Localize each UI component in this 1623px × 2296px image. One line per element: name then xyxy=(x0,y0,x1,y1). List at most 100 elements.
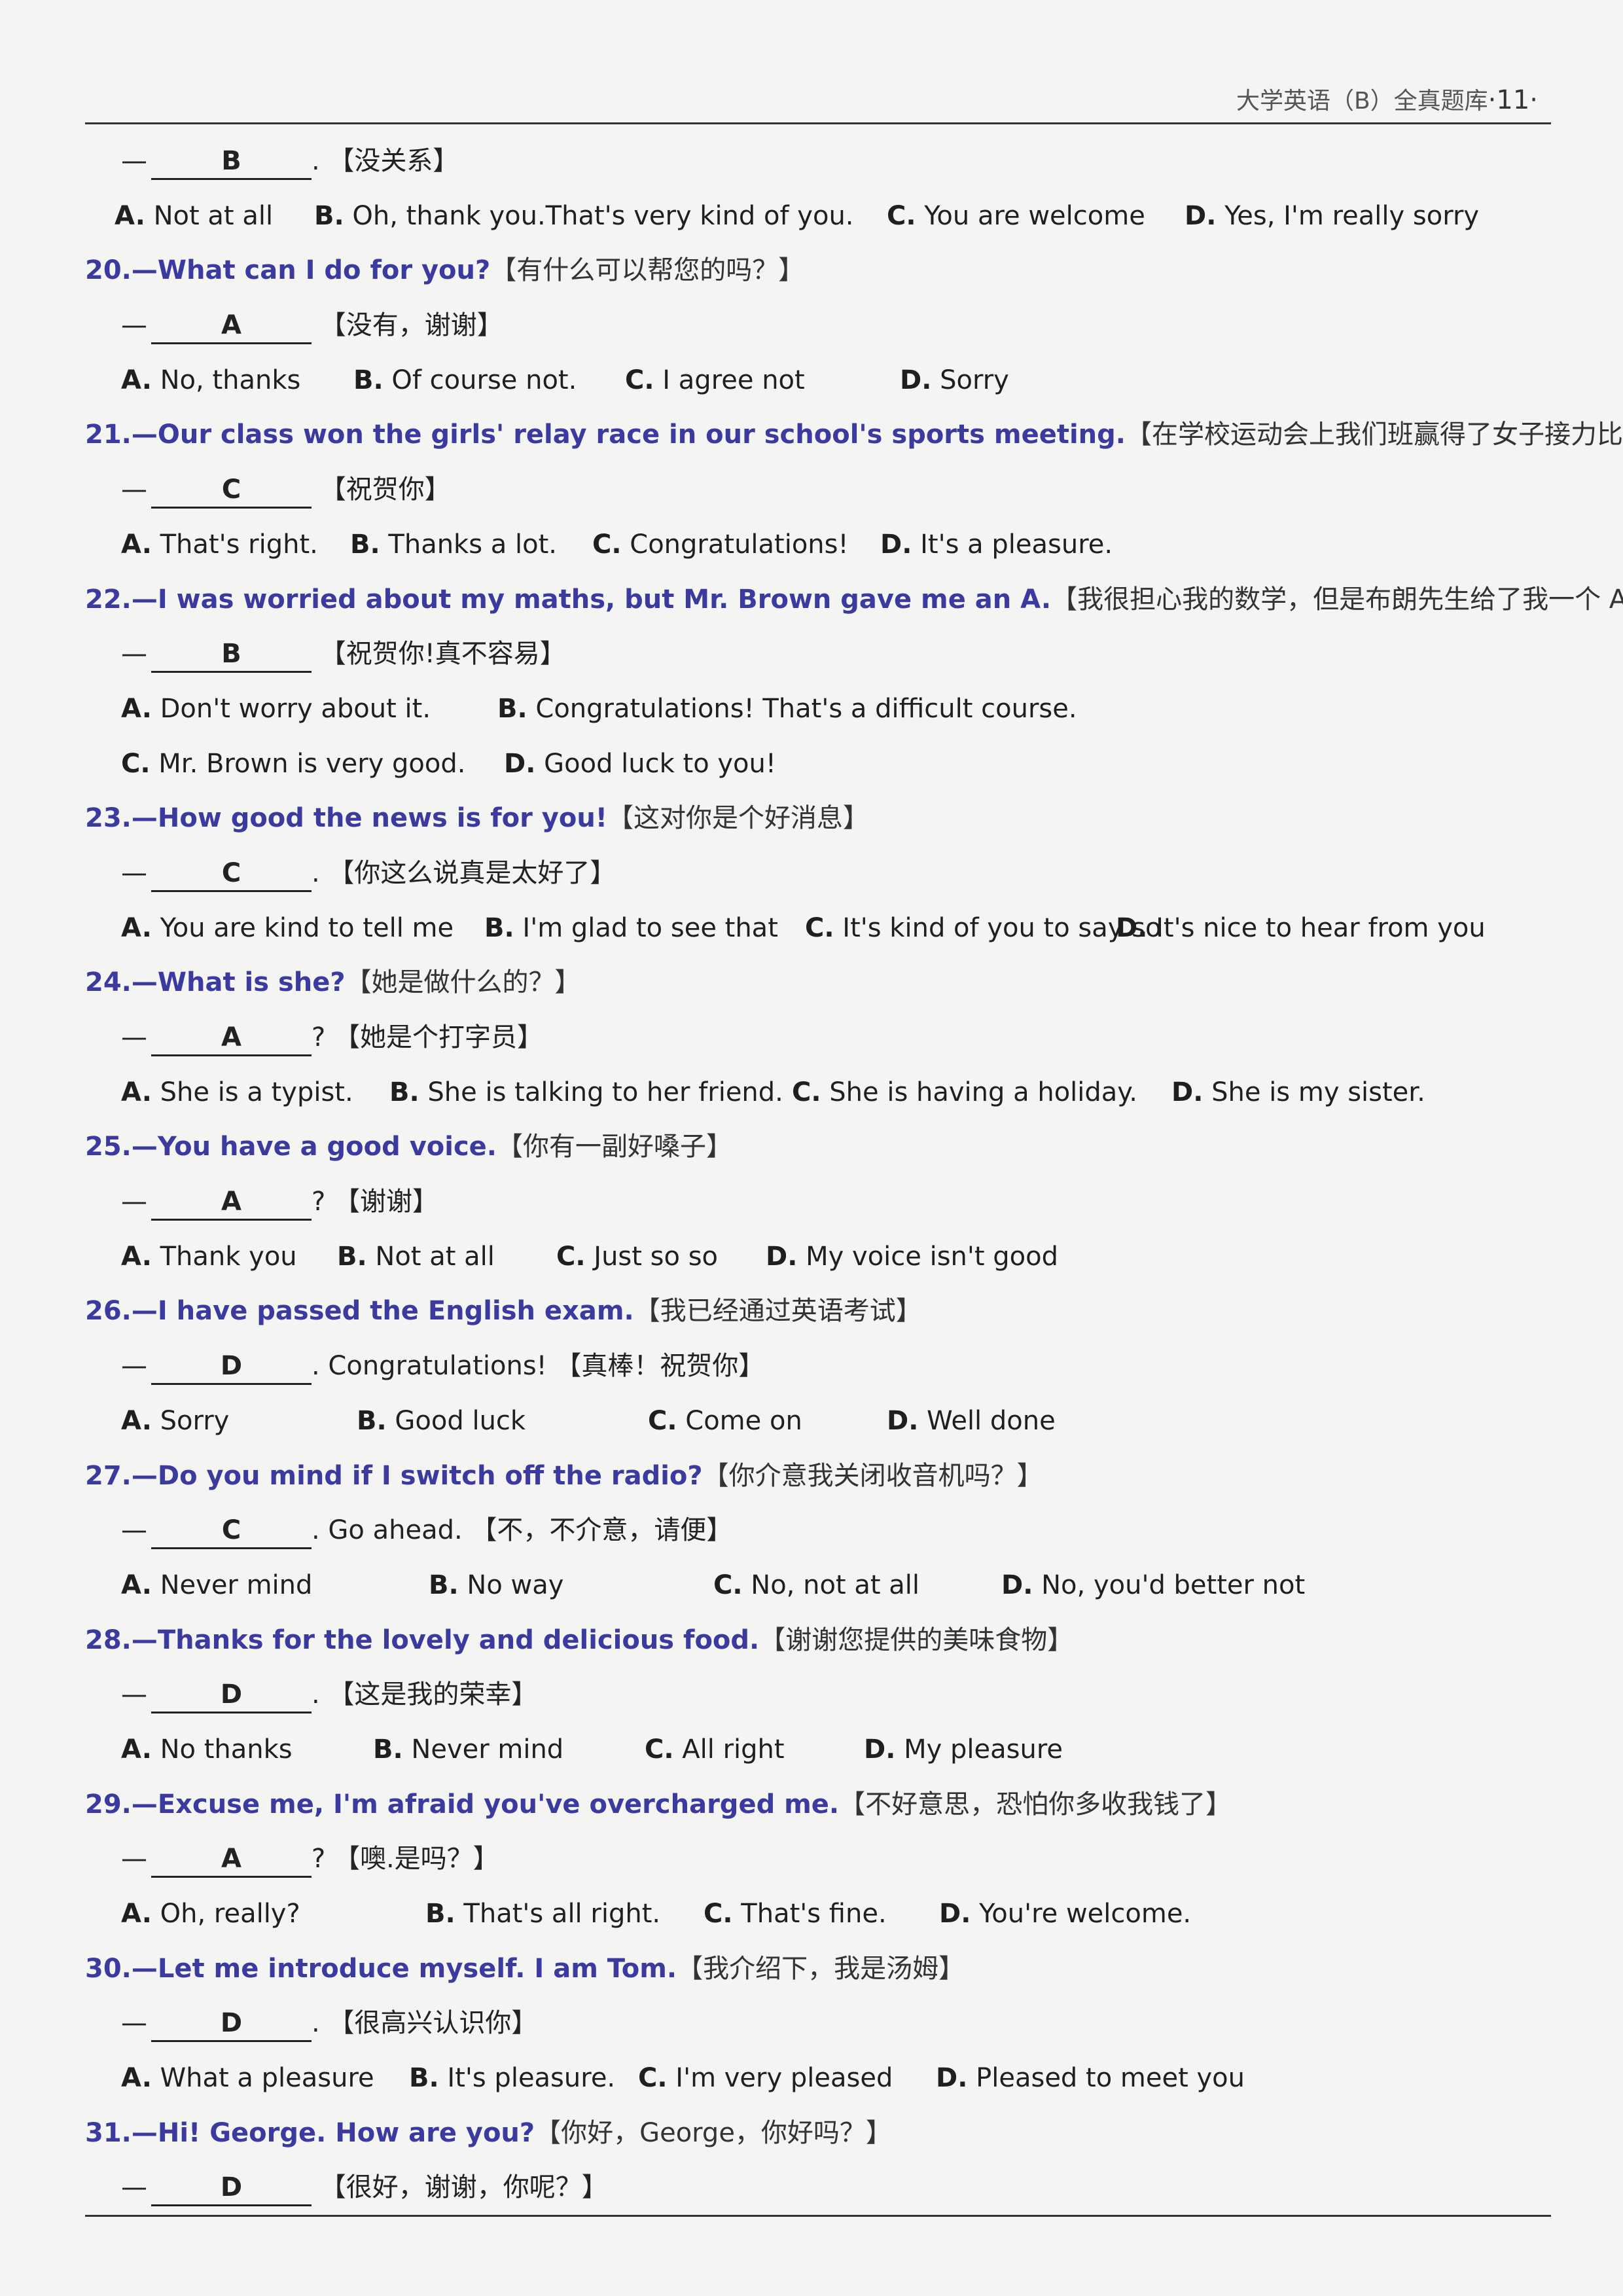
option-letter: D. xyxy=(1116,912,1148,943)
option-a: A. Sorry xyxy=(121,1394,229,1449)
option-text: Never mind xyxy=(402,1734,564,1765)
option-letter: B. xyxy=(314,200,344,231)
answer-tail: . 【很高兴认识你】 xyxy=(312,2008,538,2039)
option-a: A. What a pleasure xyxy=(121,2051,374,2106)
option-text: Congratulations! xyxy=(621,529,849,560)
options-row: A. No, thanks B. Of course not. C. I agree… xyxy=(85,353,1551,408)
option-a: A. She is a typist. xyxy=(121,1066,353,1121)
option-a: A. Thank you xyxy=(121,1230,297,1285)
option-text: No, you'd better not xyxy=(1033,1570,1306,1600)
option-letter: B. xyxy=(353,365,383,395)
option-letter: A. xyxy=(121,912,152,943)
option-text: It's pleasure. xyxy=(438,2063,616,2094)
question-27: 27.—Do you mind if I switch off the radi… xyxy=(85,1449,1551,1504)
answer-tail: 【很好，谢谢，你呢？】 xyxy=(312,2172,608,2203)
option-letter: C. xyxy=(645,1734,674,1765)
option-text: Sorry xyxy=(151,1405,230,1436)
option-b: B. No way xyxy=(429,1558,563,1613)
option-d: D. She is my sister. xyxy=(1171,1066,1425,1121)
option-text: Of course not. xyxy=(383,365,577,395)
option-text: No way xyxy=(458,1570,564,1600)
question-text: 25.—You have a good voice. xyxy=(85,1132,497,1162)
options-row: C. Mr. Brown is very good. D. Good luck t… xyxy=(85,737,1551,792)
answer-dash: — xyxy=(121,1679,147,1710)
answer-dash: — xyxy=(121,1844,147,1874)
page-header: 大学英语（B）全真题库·11· xyxy=(85,82,1551,124)
answer-line: — A? 【谢谢】 xyxy=(85,1175,1551,1230)
question-text: 30.—Let me introduce myself. I am Tom. xyxy=(85,1953,677,1984)
option-text: I agree not xyxy=(654,365,805,395)
option-letter: D. xyxy=(864,1734,896,1765)
answer-blank: A xyxy=(151,1185,312,1221)
question-translation: 【你有一副好嗓子】 xyxy=(497,1132,733,1162)
answer-tail: ? 【噢.是吗？】 xyxy=(312,1844,499,1874)
answer-blank: B xyxy=(151,144,312,180)
option-text: Good luck to you! xyxy=(535,748,776,779)
answer-line: — C 【祝贺你】 xyxy=(85,463,1551,518)
option-a: A. That's right. xyxy=(121,518,318,573)
option-b: B. She is talking to her friend. xyxy=(389,1066,783,1121)
answer-line: — C. Go ahead. 【不，不介意，请便】 xyxy=(85,1503,1551,1558)
answer-blank: A xyxy=(151,1020,312,1056)
option-text: She is having a holiday. xyxy=(821,1077,1137,1107)
option-text: It's a pleasure. xyxy=(912,529,1113,560)
option-text: Never mind xyxy=(151,1570,313,1600)
option-letter: B. xyxy=(357,1405,387,1436)
question-translation: 【我介绍下，我是汤姆】 xyxy=(677,1953,965,1984)
option-text: I'm very pleased xyxy=(667,2063,893,2094)
option-letter: C. xyxy=(713,1570,743,1600)
option-text: No thanks xyxy=(151,1734,293,1765)
question-translation: 【她是做什么的？】 xyxy=(345,967,581,998)
option-letter: B. xyxy=(425,1899,455,1929)
option-text: Pleased to meet you xyxy=(967,2063,1245,2094)
option-text: Not at all xyxy=(366,1241,495,1272)
option-letter: A. xyxy=(121,1405,152,1436)
option-text: Not at all xyxy=(145,200,274,231)
option-c: C. I'm very pleased xyxy=(638,2051,893,2106)
option-text: I'm glad to see that xyxy=(514,912,778,943)
option-letter: A. xyxy=(121,1241,152,1272)
option-d: D. Yes, I'm really sorry xyxy=(1185,189,1479,244)
option-letter: C. xyxy=(121,748,151,779)
answer-tail: . Congratulations! 【真棒！祝贺你】 xyxy=(312,1351,765,1382)
option-c: C. Come on xyxy=(648,1394,802,1449)
question-text: 28.—Thanks for the lovely and delicious … xyxy=(85,1624,760,1655)
option-text: Good luck xyxy=(386,1405,526,1436)
options-row: A. Oh, really? B. That's all right. C. Tha… xyxy=(85,1887,1551,1942)
question-text: 24.—What is she? xyxy=(85,967,346,998)
option-b: B. Of course not. xyxy=(353,353,577,408)
answer-dash: — xyxy=(121,2172,147,2203)
question-translation: 【谢谢您提供的美味食物】 xyxy=(759,1624,1074,1655)
answer-blank: D xyxy=(151,1349,312,1386)
option-letter: A. xyxy=(121,1077,152,1107)
option-letter: D. xyxy=(504,748,536,779)
option-d: D. It's a pleasure. xyxy=(880,518,1113,573)
answer-tail: 【祝贺你!真不容易】 xyxy=(312,639,566,670)
option-a: A. Don't worry about it. xyxy=(121,682,431,737)
answer-blank: C xyxy=(151,1513,312,1550)
option-text: All right xyxy=(673,1734,785,1765)
option-text: Congratulations! That's a difficult cour… xyxy=(527,693,1077,724)
answer-blank: C xyxy=(151,856,312,892)
question-31: 31.—Hi! George. How are you?【你好，George，你… xyxy=(85,2106,1551,2161)
options-row: A. That's right. B. Thanks a lot. C. Congr… xyxy=(85,518,1551,573)
option-text: Sorry xyxy=(931,365,1009,395)
answer-dash: — xyxy=(121,857,147,888)
option-letter: D. xyxy=(1001,1570,1033,1600)
question-translation: 【你介意我关闭收音机吗？】 xyxy=(702,1460,1043,1491)
option-c: C. All right xyxy=(645,1723,785,1778)
option-d: D. Sorry xyxy=(900,353,1009,408)
option-letter: A. xyxy=(121,529,152,560)
option-c: C. Just so so xyxy=(556,1230,718,1285)
option-d: D. Good luck to you! xyxy=(504,737,776,792)
option-text: She is a typist. xyxy=(151,1077,353,1107)
option-text: What a pleasure xyxy=(151,2063,374,2094)
option-letter: A. xyxy=(121,1734,152,1765)
options-row: A. No thanks B. Never mind C. All right D. … xyxy=(85,1723,1551,1778)
option-b: B. Congratulations! That's a difficult c… xyxy=(497,682,1077,737)
option-letter: B. xyxy=(484,912,514,943)
answer-blank: D xyxy=(151,1677,312,1714)
question-translation: 【我很担心我的数学，但是布朗先生给了我一个 A】 xyxy=(1051,584,1623,615)
option-letter: D. xyxy=(900,365,932,395)
option-letter: D. xyxy=(880,529,912,560)
